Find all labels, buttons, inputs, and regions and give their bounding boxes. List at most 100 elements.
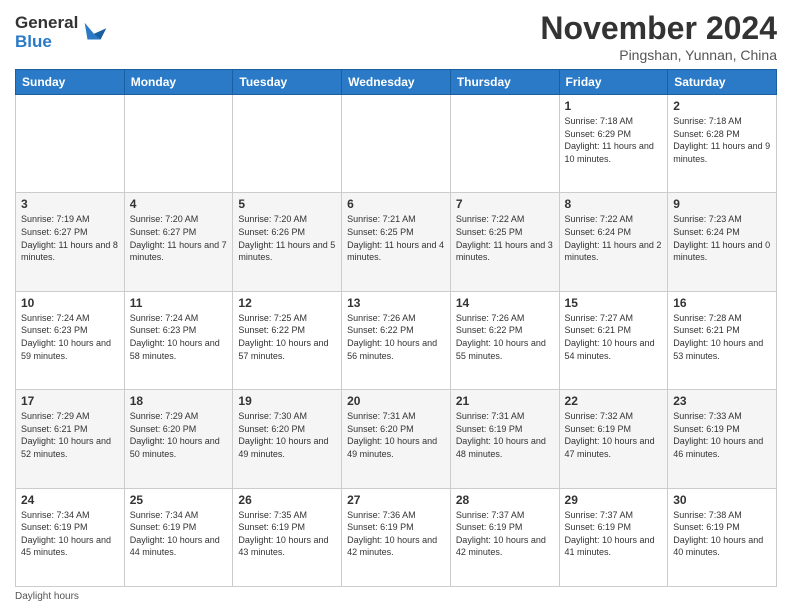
weekday-header: Wednesday bbox=[342, 70, 451, 95]
day-number: 15 bbox=[565, 296, 663, 310]
calendar-cell: 15 Sunrise: 7:27 AM Sunset: 6:21 PM Dayli… bbox=[559, 291, 668, 389]
daylight-label: Daylight hours bbox=[15, 591, 79, 602]
day-number: 30 bbox=[673, 493, 771, 507]
day-info: Sunrise: 7:23 AM Sunset: 6:24 PM Dayligh… bbox=[673, 213, 771, 263]
logo-text: General Blue bbox=[15, 14, 108, 51]
day-number: 3 bbox=[21, 197, 119, 211]
day-number: 16 bbox=[673, 296, 771, 310]
day-number: 7 bbox=[456, 197, 554, 211]
calendar-week-row: 24Sunrise: 7:34 AM Sunset: 6:19 PM Dayli… bbox=[16, 488, 777, 586]
calendar-cell: 5 Sunrise: 7:20 AM Sunset: 6:26 PM Daylig… bbox=[233, 193, 342, 291]
day-number: 1 bbox=[565, 99, 663, 113]
calendar-cell: 14 Sunrise: 7:26 AM Sunset: 6:22 PM Dayli… bbox=[450, 291, 559, 389]
calendar-cell: 8 Sunrise: 7:22 AM Sunset: 6:24 PM Daylig… bbox=[559, 193, 668, 291]
calendar-cell: 4Sunrise: 7:20 AM Sunset: 6:27 PM Daylig… bbox=[124, 193, 233, 291]
day-info: Sunrise: 7:28 AM Sunset: 6:21 PM Dayligh… bbox=[673, 312, 771, 362]
day-number: 17 bbox=[21, 394, 119, 408]
day-info: Sunrise: 7:18 AM Sunset: 6:29 PM Dayligh… bbox=[565, 115, 663, 165]
calendar-cell: 23 Sunrise: 7:33 AM Sunset: 6:19 PM Dayli… bbox=[668, 390, 777, 488]
calendar-cell bbox=[450, 95, 559, 193]
day-info: Sunrise: 7:26 AM Sunset: 6:22 PM Dayligh… bbox=[456, 312, 554, 362]
day-number: 13 bbox=[347, 296, 445, 310]
month-title: November 2024 bbox=[540, 10, 777, 47]
day-info: Sunrise: 7:30 AM Sunset: 6:20 PM Dayligh… bbox=[238, 410, 336, 460]
day-number: 21 bbox=[456, 394, 554, 408]
day-number: 5 bbox=[238, 197, 336, 211]
day-info: Sunrise: 7:22 AM Sunset: 6:24 PM Dayligh… bbox=[565, 213, 663, 263]
weekday-header: Tuesday bbox=[233, 70, 342, 95]
day-number: 19 bbox=[238, 394, 336, 408]
calendar-table: SundayMondayTuesdayWednesdayThursdayFrid… bbox=[15, 69, 777, 587]
calendar-cell: 20Sunrise: 7:31 AM Sunset: 6:20 PM Dayli… bbox=[342, 390, 451, 488]
day-info: Sunrise: 7:27 AM Sunset: 6:21 PM Dayligh… bbox=[565, 312, 663, 362]
day-info: Sunrise: 7:36 AM Sunset: 6:19 PM Dayligh… bbox=[347, 509, 445, 559]
calendar-week-row: 1 Sunrise: 7:18 AM Sunset: 6:29 PM Daylig… bbox=[16, 95, 777, 193]
logo-line1: General bbox=[15, 14, 78, 33]
day-number: 14 bbox=[456, 296, 554, 310]
calendar-cell: 3 Sunrise: 7:19 AM Sunset: 6:27 PM Daylig… bbox=[16, 193, 125, 291]
logo-line2: Blue bbox=[15, 33, 78, 52]
title-block: November 2024 Pingshan, Yunnan, China bbox=[540, 10, 777, 63]
calendar-cell: 7 Sunrise: 7:22 AM Sunset: 6:25 PM Daylig… bbox=[450, 193, 559, 291]
calendar-cell: 13 Sunrise: 7:26 AM Sunset: 6:22 PM Dayli… bbox=[342, 291, 451, 389]
calendar-cell: 2Sunrise: 7:18 AM Sunset: 6:28 PM Daylig… bbox=[668, 95, 777, 193]
calendar-cell: 9 Sunrise: 7:23 AM Sunset: 6:24 PM Daylig… bbox=[668, 193, 777, 291]
day-number: 6 bbox=[347, 197, 445, 211]
day-info: Sunrise: 7:29 AM Sunset: 6:21 PM Dayligh… bbox=[21, 410, 119, 460]
calendar-cell: 11Sunrise: 7:24 AM Sunset: 6:23 PM Dayli… bbox=[124, 291, 233, 389]
calendar-cell: 27 Sunrise: 7:36 AM Sunset: 6:19 PM Dayli… bbox=[342, 488, 451, 586]
page: General Blue November 2024 Pingshan, Yun… bbox=[0, 0, 792, 612]
day-number: 29 bbox=[565, 493, 663, 507]
calendar-cell: 6 Sunrise: 7:21 AM Sunset: 6:25 PM Daylig… bbox=[342, 193, 451, 291]
calendar-cell: 18Sunrise: 7:29 AM Sunset: 6:20 PM Dayli… bbox=[124, 390, 233, 488]
day-info: Sunrise: 7:31 AM Sunset: 6:19 PM Dayligh… bbox=[456, 410, 554, 460]
day-info: Sunrise: 7:32 AM Sunset: 6:19 PM Dayligh… bbox=[565, 410, 663, 460]
location-subtitle: Pingshan, Yunnan, China bbox=[540, 47, 777, 63]
day-number: 28 bbox=[456, 493, 554, 507]
calendar-cell: 29 Sunrise: 7:37 AM Sunset: 6:19 PM Dayli… bbox=[559, 488, 668, 586]
day-info: Sunrise: 7:24 AM Sunset: 6:23 PM Dayligh… bbox=[130, 312, 228, 362]
day-info: Sunrise: 7:21 AM Sunset: 6:25 PM Dayligh… bbox=[347, 213, 445, 263]
day-info: Sunrise: 7:37 AM Sunset: 6:19 PM Dayligh… bbox=[565, 509, 663, 559]
weekday-header: Friday bbox=[559, 70, 668, 95]
day-number: 27 bbox=[347, 493, 445, 507]
day-number: 25 bbox=[130, 493, 228, 507]
calendar-cell: 16 Sunrise: 7:28 AM Sunset: 6:21 PM Dayli… bbox=[668, 291, 777, 389]
day-info: Sunrise: 7:25 AM Sunset: 6:22 PM Dayligh… bbox=[238, 312, 336, 362]
calendar-cell bbox=[233, 95, 342, 193]
footer: Daylight hours bbox=[15, 591, 777, 602]
day-info: Sunrise: 7:22 AM Sunset: 6:25 PM Dayligh… bbox=[456, 213, 554, 263]
day-number: 2 bbox=[673, 99, 771, 113]
calendar-week-row: 10 Sunrise: 7:24 AM Sunset: 6:23 PM Dayli… bbox=[16, 291, 777, 389]
day-info: Sunrise: 7:24 AM Sunset: 6:23 PM Dayligh… bbox=[21, 312, 119, 362]
calendar-cell: 26 Sunrise: 7:35 AM Sunset: 6:19 PM Dayli… bbox=[233, 488, 342, 586]
day-info: Sunrise: 7:20 AM Sunset: 6:26 PM Dayligh… bbox=[238, 213, 336, 263]
calendar-cell: 19 Sunrise: 7:30 AM Sunset: 6:20 PM Dayli… bbox=[233, 390, 342, 488]
day-info: Sunrise: 7:26 AM Sunset: 6:22 PM Dayligh… bbox=[347, 312, 445, 362]
calendar-cell: 1 Sunrise: 7:18 AM Sunset: 6:29 PM Daylig… bbox=[559, 95, 668, 193]
day-info: Sunrise: 7:37 AM Sunset: 6:19 PM Dayligh… bbox=[456, 509, 554, 559]
day-number: 9 bbox=[673, 197, 771, 211]
weekday-header: Saturday bbox=[668, 70, 777, 95]
day-number: 26 bbox=[238, 493, 336, 507]
calendar-cell: 24Sunrise: 7:34 AM Sunset: 6:19 PM Dayli… bbox=[16, 488, 125, 586]
logo: General Blue bbox=[15, 14, 108, 51]
day-info: Sunrise: 7:34 AM Sunset: 6:19 PM Dayligh… bbox=[130, 509, 228, 559]
day-number: 12 bbox=[238, 296, 336, 310]
day-number: 20 bbox=[347, 394, 445, 408]
day-number: 22 bbox=[565, 394, 663, 408]
day-number: 8 bbox=[565, 197, 663, 211]
logo-icon bbox=[80, 19, 108, 47]
calendar-cell: 10 Sunrise: 7:24 AM Sunset: 6:23 PM Dayli… bbox=[16, 291, 125, 389]
day-info: Sunrise: 7:19 AM Sunset: 6:27 PM Dayligh… bbox=[21, 213, 119, 263]
day-number: 4 bbox=[130, 197, 228, 211]
calendar-cell bbox=[124, 95, 233, 193]
calendar-cell: 12 Sunrise: 7:25 AM Sunset: 6:22 PM Dayli… bbox=[233, 291, 342, 389]
day-info: Sunrise: 7:38 AM Sunset: 6:19 PM Dayligh… bbox=[673, 509, 771, 559]
day-number: 23 bbox=[673, 394, 771, 408]
weekday-header: Sunday bbox=[16, 70, 125, 95]
day-info: Sunrise: 7:33 AM Sunset: 6:19 PM Dayligh… bbox=[673, 410, 771, 460]
day-number: 10 bbox=[21, 296, 119, 310]
calendar-cell: 30 Sunrise: 7:38 AM Sunset: 6:19 PM Dayli… bbox=[668, 488, 777, 586]
day-info: Sunrise: 7:35 AM Sunset: 6:19 PM Dayligh… bbox=[238, 509, 336, 559]
